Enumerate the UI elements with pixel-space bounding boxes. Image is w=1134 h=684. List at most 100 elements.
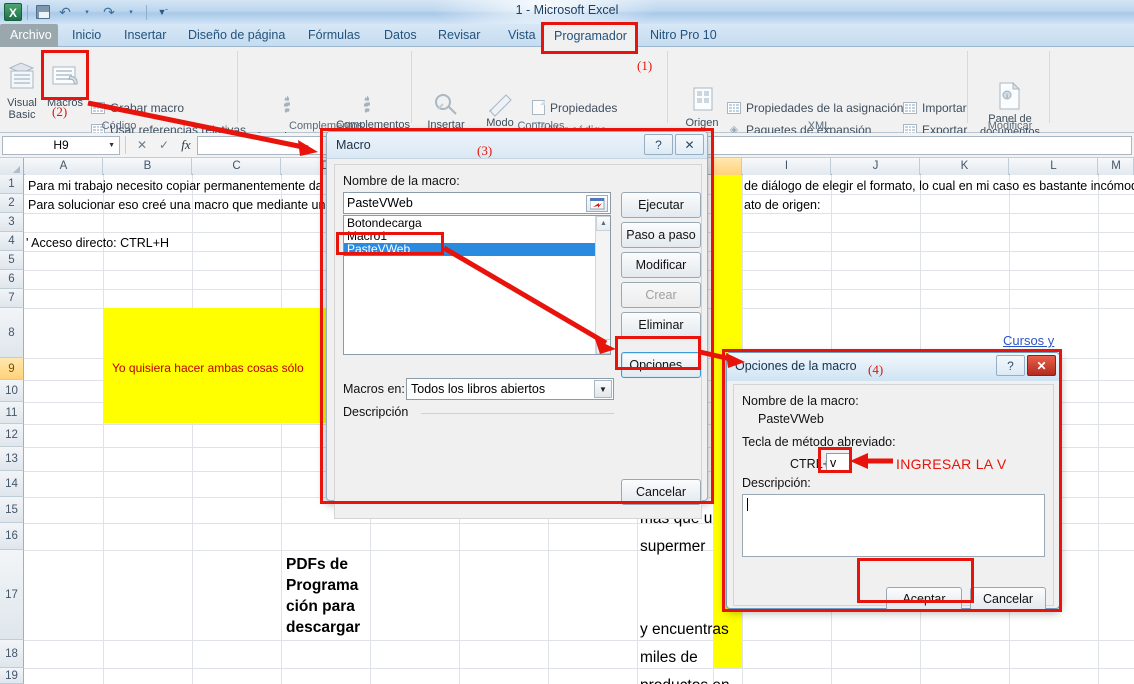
cursos-link[interactable]: Cursos y: [1003, 333, 1054, 348]
cancelar-button[interactable]: Cancelar: [621, 479, 701, 505]
aceptar-button[interactable]: Aceptar: [886, 587, 962, 611]
macro-dialog-window-buttons: ? ✕: [642, 134, 704, 155]
ad-left-line-1: PDFs de: [286, 556, 349, 573]
tab-programador[interactable]: Programador: [543, 24, 636, 47]
row-header-2[interactable]: 2: [0, 194, 24, 213]
row-header-15[interactable]: 15: [0, 497, 24, 523]
window-title: 1 - Microsoft Excel: [515, 3, 619, 17]
record-macro-icon: [90, 100, 106, 115]
options-name-label: Nombre de la macro:: [742, 394, 859, 408]
name-box-dropdown-icon[interactable]: ▼: [108, 142, 115, 149]
scroll-down-icon[interactable]: ▼: [596, 339, 610, 354]
shortcut-key-input[interactable]: v: [826, 453, 850, 473]
ad-right-top-line-2: supermer: [640, 538, 706, 555]
row-header-19[interactable]: 19: [0, 668, 24, 684]
tab-nitro-pro[interactable]: Nitro Pro 10: [640, 24, 727, 47]
row-header-7[interactable]: 7: [0, 289, 24, 308]
row-header-13[interactable]: 13: [0, 447, 24, 471]
propiedades-asignacion-item[interactable]: Propiedades de la asignación: [726, 100, 903, 115]
importar-label: Importar: [922, 100, 967, 115]
ad-left-line-4: descargar: [286, 619, 361, 636]
column-header-b[interactable]: B: [104, 158, 192, 175]
tab-diseno-pagina[interactable]: Diseño de página: [178, 24, 295, 47]
macro-list[interactable]: Botondecarga Macro1 PasteVWeb ▲ ▼: [343, 215, 611, 355]
row-header-18[interactable]: 18: [0, 640, 24, 668]
opciones-button[interactable]: Opciones...: [621, 352, 701, 378]
row-header-1[interactable]: 1: [0, 175, 24, 194]
macro-dialog-close-button[interactable]: ✕: [675, 134, 704, 155]
tab-datos[interactable]: Datos: [374, 24, 427, 47]
propiedades-label: Propiedades: [550, 100, 618, 115]
tab-revisar[interactable]: Revisar: [428, 24, 490, 47]
row-header-3[interactable]: 3: [0, 213, 24, 232]
row-header-6[interactable]: 6: [0, 270, 24, 289]
group-divider-3: [667, 51, 668, 123]
cancel-entry-icon[interactable]: ✕: [131, 138, 153, 152]
group-divider-5: [1049, 51, 1050, 123]
annotation-step-4: (4): [868, 362, 884, 377]
macro-options-close-button[interactable]: ✕: [1027, 355, 1056, 376]
visual-basic-button[interactable]: Visual Basic: [2, 62, 42, 121]
column-header-a[interactable]: A: [25, 158, 103, 175]
cell-picker-icon[interactable]: [586, 195, 608, 212]
confirm-entry-icon[interactable]: ✓: [153, 138, 175, 152]
tab-vista[interactable]: Vista: [498, 24, 546, 47]
macro-options-dialog[interactable]: Opciones de la macro ? ✕ Nombre de la ma…: [726, 352, 1060, 611]
column-header-l[interactable]: L: [1010, 158, 1098, 175]
eliminar-button[interactable]: Eliminar: [621, 312, 701, 338]
column-header-k[interactable]: K: [921, 158, 1009, 175]
column-header-m[interactable]: M: [1099, 158, 1134, 175]
document-panel-icon: i: [996, 81, 1024, 117]
row-header-10[interactable]: 10: [0, 380, 24, 402]
macro-list-scrollbar[interactable]: ▲ ▼: [595, 216, 610, 354]
tab-insertar[interactable]: Insertar: [114, 24, 176, 47]
ribbon-tabstrip: Archivo Inicio Insertar Diseño de página…: [0, 24, 1134, 47]
importar-item[interactable]: Importar: [902, 100, 967, 115]
group-label-modificar: Modificar: [987, 120, 1033, 132]
macros-icon: [50, 61, 82, 96]
row-header-5[interactable]: 5: [0, 251, 24, 270]
name-box[interactable]: H9 ▼: [2, 135, 120, 155]
column-header-i[interactable]: I: [743, 158, 831, 175]
options-cancelar-button[interactable]: Cancelar: [970, 587, 1046, 611]
insert-function-icon[interactable]: fx: [175, 137, 197, 153]
excel-window: X ↶ ▾ ↷ ▾ ▼̄ 1 - Microsoft Excel Archivo…: [0, 0, 1134, 684]
row-header-17[interactable]: 17: [0, 550, 24, 640]
options-description-textarea[interactable]: [742, 494, 1045, 557]
row-header-4[interactable]: 4: [0, 232, 24, 251]
column-header-j[interactable]: J: [832, 158, 920, 175]
modificar-button[interactable]: Modificar: [621, 252, 701, 278]
grabar-macro-item[interactable]: Grabar macro: [90, 100, 184, 115]
macro-list-item-2[interactable]: PasteVWeb: [344, 243, 596, 256]
tab-archivo[interactable]: Archivo: [0, 24, 58, 47]
row-header-9[interactable]: 9: [0, 358, 24, 380]
propiedades-item[interactable]: Propiedades: [530, 100, 617, 115]
macro-dialog-help-button[interactable]: ?: [644, 134, 673, 155]
macro-name-input-value: PasteVWeb: [347, 196, 413, 210]
macros-en-select[interactable]: Todos los libros abiertos ▼: [406, 378, 614, 400]
tab-formulas[interactable]: Fórmulas: [298, 24, 370, 47]
macro-dialog[interactable]: Macro ? ✕ Nombre de la macro: PasteVWeb: [326, 131, 708, 519]
scroll-up-icon[interactable]: ▲: [596, 216, 610, 231]
grabar-macro-label: Grabar macro: [110, 100, 185, 115]
row-header-11[interactable]: 11: [0, 402, 24, 424]
tab-inicio[interactable]: Inicio: [62, 24, 111, 47]
group-divider-2: [411, 51, 412, 123]
svg-text:i: i: [1006, 94, 1007, 100]
ejecutar-button[interactable]: Ejecutar: [621, 192, 701, 218]
chevron-down-icon[interactable]: ▼: [594, 380, 612, 398]
row-header-12[interactable]: 12: [0, 424, 24, 447]
ad-right-bottom-line-1: y encuentras: [640, 621, 729, 638]
row-header-8[interactable]: 8: [0, 308, 24, 358]
macro-options-help-button[interactable]: ?: [996, 355, 1025, 376]
macro-name-input[interactable]: PasteVWeb: [343, 192, 611, 214]
column-header-h-selected[interactable]: [714, 158, 742, 175]
ribbon-group-codigo: Visual Basic Macros Grabar macro Usar re…: [0, 47, 246, 159]
select-all-corner[interactable]: [0, 158, 24, 175]
column-header-c[interactable]: C: [193, 158, 281, 175]
paso-a-paso-button[interactable]: Paso a paso: [621, 222, 701, 248]
row-header-16[interactable]: 16: [0, 523, 24, 550]
ribbon-group-complementos: Complementos Complementos COM Complement…: [240, 47, 412, 144]
xml-source-icon: [690, 85, 716, 118]
row-header-14[interactable]: 14: [0, 471, 24, 497]
